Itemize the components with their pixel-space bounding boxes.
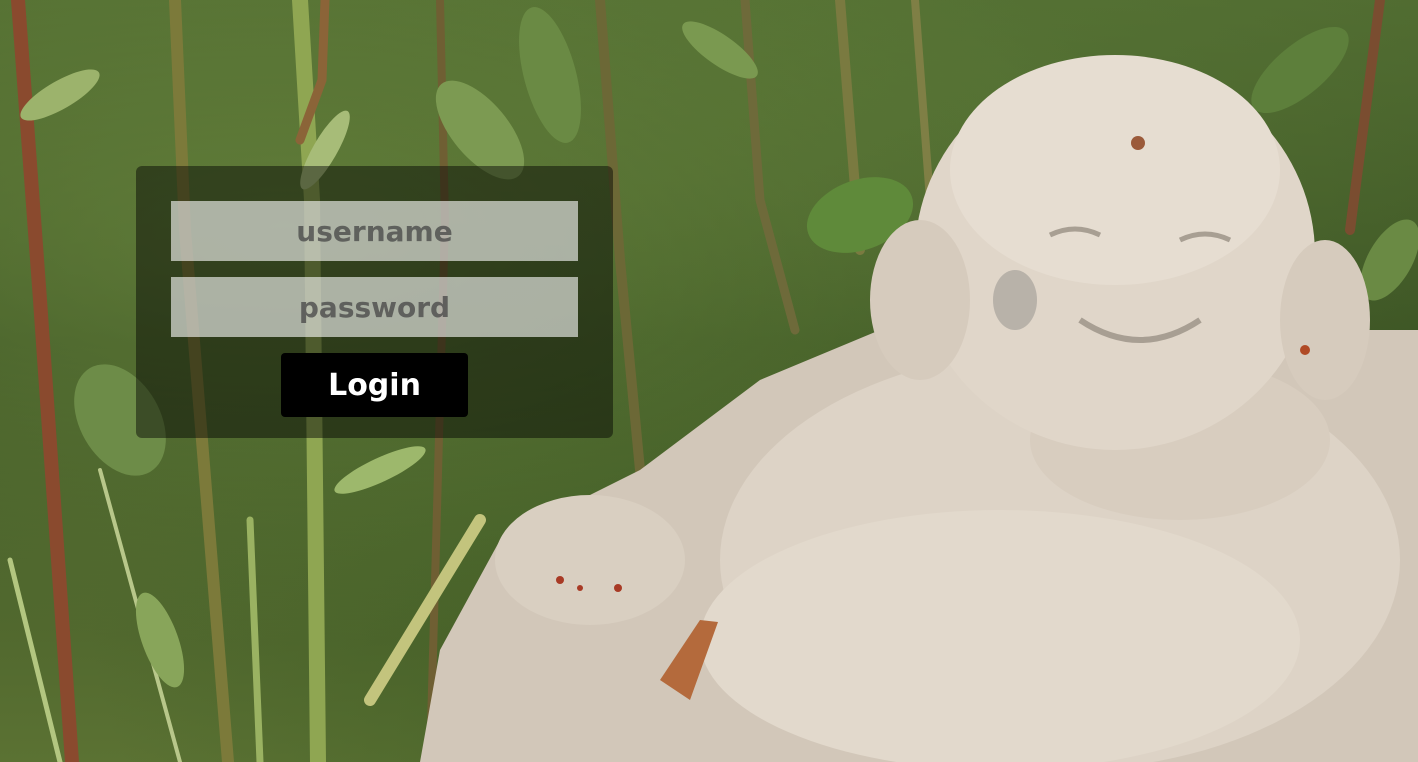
username-input[interactable]	[171, 201, 578, 261]
login-page: Login	[0, 0, 1418, 762]
login-panel: Login	[136, 166, 613, 438]
login-button[interactable]: Login	[281, 353, 468, 417]
password-input[interactable]	[171, 277, 578, 337]
